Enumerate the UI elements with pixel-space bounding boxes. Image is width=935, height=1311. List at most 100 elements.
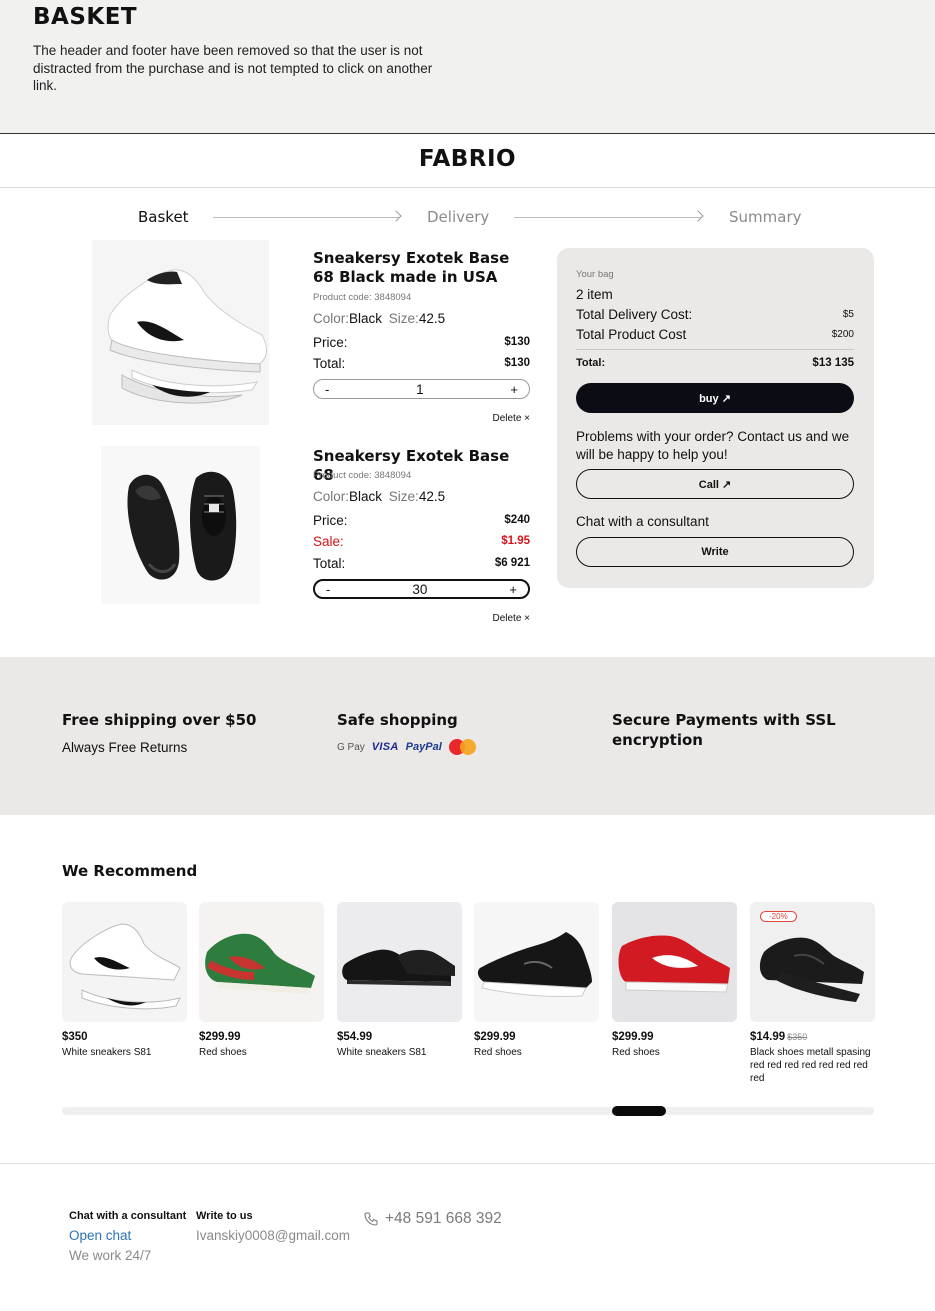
annotation-note: The header and footer have been removed … — [33, 43, 433, 93]
product-image-white-sneaker[interactable] — [92, 240, 269, 425]
size-value: 42.5 — [418, 489, 446, 504]
product-price: $54.99 — [337, 1031, 373, 1043]
sale-row: Sale: $1.95 — [313, 534, 530, 549]
step-connector — [213, 217, 399, 218]
step-basket[interactable]: Basket — [138, 208, 189, 226]
sneaker-illustration — [342, 949, 455, 986]
product-thumbnail[interactable] — [474, 902, 599, 1022]
arrow-right-icon — [390, 210, 402, 222]
price-value: $240 — [504, 514, 530, 526]
recommend-title: We Recommend — [62, 862, 198, 880]
total-row: Total: $130 — [313, 356, 530, 371]
delete-button[interactable]: Delete × — [492, 413, 530, 424]
product-card[interactable]: -20% $14.99 $350 Black shoes metall spasi… — [750, 902, 875, 1085]
sale-price: $14.99 — [750, 1031, 786, 1043]
sneaker-illustration — [127, 471, 237, 581]
product-thumbnail[interactable] — [62, 902, 187, 1022]
product-title[interactable]: Red shoes — [474, 1046, 599, 1059]
product-thumbnail[interactable] — [612, 902, 737, 1022]
increase-button[interactable]: + — [510, 382, 518, 397]
total-label: Total: — [313, 556, 346, 571]
color-label: Color: — [313, 489, 350, 504]
write-button[interactable]: Write — [576, 537, 854, 567]
chat-heading: Chat with a consultant — [69, 1210, 187, 1222]
call-button[interactable]: Call ↗ — [576, 469, 854, 499]
price-row: Price: $240 — [313, 513, 530, 528]
phone-contact[interactable]: +48 591 668 392 — [363, 1210, 502, 1228]
arrow-right-icon — [692, 210, 704, 222]
quantity-value[interactable]: 30 — [412, 582, 427, 597]
brand-logo[interactable]: FABRIO — [0, 146, 935, 172]
decrease-button[interactable]: - — [325, 382, 329, 397]
product-code: Product code: 3848094 — [313, 470, 412, 481]
quantity-stepper[interactable]: - 30 + — [313, 579, 530, 599]
annotation-title: BASKET — [33, 4, 138, 30]
sneaker-illustration — [107, 269, 268, 404]
google-pay-icon: G Pay — [337, 741, 365, 753]
product-card[interactable]: $54.99 White sneakers S81 — [337, 902, 462, 1059]
product-card[interactable]: $299.99 Red shoes — [474, 902, 599, 1059]
sneaker-illustration — [618, 935, 730, 993]
quantity-value[interactable]: 1 — [416, 382, 424, 397]
secure-payments-title: Secure Payments with SSL encryption — [612, 711, 836, 749]
sneaker-illustration — [205, 933, 315, 994]
phone-icon — [364, 1212, 378, 1226]
sneaker-illustration — [69, 923, 181, 1010]
divider — [576, 349, 854, 350]
quantity-stepper[interactable]: - 1 + — [313, 379, 530, 399]
product-attributes: Color:Black Size:42.5 — [313, 311, 445, 326]
product-title[interactable]: Red shoes — [199, 1046, 324, 1059]
logo-bar: FABRIO — [0, 135, 935, 188]
product-thumbnail[interactable] — [199, 902, 324, 1022]
product-cost-value: $200 — [831, 329, 854, 340]
product-title[interactable]: White sneakers S81 — [62, 1046, 187, 1059]
sale-value: $1.95 — [501, 535, 530, 547]
product-price: $299.99 — [612, 1031, 654, 1043]
annotation-panel: BASKET The header and footer have been r… — [0, 0, 935, 134]
product-card[interactable]: $299.99 Red shoes — [199, 902, 324, 1059]
product-price: $299.99 — [199, 1031, 241, 1043]
payment-methods: G Pay VISA PayPal — [337, 739, 476, 755]
open-chat-link[interactable]: Open chat — [69, 1228, 131, 1243]
delivery-cost-value: $5 — [842, 309, 854, 320]
step-connector — [514, 217, 701, 218]
help-text: Problems with your order? Contact us and… — [576, 429, 850, 462]
phone-number[interactable]: +48 591 668 392 — [385, 1210, 502, 1228]
free-shipping-title: Free shipping over $50 — [62, 711, 257, 729]
product-image-black-sneaker[interactable] — [101, 446, 260, 604]
delete-button[interactable]: Delete × — [492, 613, 530, 624]
color-value: Black — [349, 489, 383, 504]
product-cost-label: Total Product Cost — [576, 327, 687, 342]
sneaker-illustration — [477, 932, 592, 998]
product-attributes: Color:Black Size:42.5 — [313, 489, 445, 504]
email-link[interactable]: Ivanskiy0008@gmail.com — [196, 1228, 350, 1243]
product-title[interactable]: Black shoes metall spasing red red red r… — [750, 1046, 875, 1085]
order-summary-panel: Your bag 2 item Total Delivery Cost: $5 … — [557, 248, 874, 588]
step-summary[interactable]: Summary — [729, 208, 802, 226]
bag-label: Your bag — [576, 269, 614, 280]
total-value: $6 921 — [494, 557, 530, 569]
working-hours: We work 24/7 — [69, 1248, 152, 1263]
size-label: Size: — [388, 311, 419, 326]
product-card[interactable]: $350 White sneakers S81 — [62, 902, 187, 1059]
product-thumbnail[interactable] — [337, 902, 462, 1022]
product-name[interactable]: Sneakersy Exotek Base 68 Black made in U… — [313, 249, 528, 287]
product-thumbnail[interactable]: -20% — [750, 902, 875, 1022]
decrease-button[interactable]: - — [326, 582, 330, 597]
product-card[interactable]: $299.99 Red shoes — [612, 902, 737, 1059]
increase-button[interactable]: + — [509, 582, 517, 597]
chat-consultant-text: Chat with a consultant — [576, 514, 709, 529]
product-title[interactable]: White sneakers S81 — [337, 1046, 462, 1059]
mastercard-icon — [448, 739, 476, 755]
free-returns-text: Always Free Returns — [62, 740, 188, 755]
paypal-icon: PayPal — [405, 741, 442, 753]
write-heading: Write to us — [196, 1210, 253, 1222]
product-title[interactable]: Red shoes — [612, 1046, 737, 1059]
step-delivery[interactable]: Delivery — [427, 208, 489, 226]
product-price: $299.99 — [474, 1031, 516, 1043]
buy-button[interactable]: buy ↗ — [576, 383, 854, 413]
carousel-scrollbar-track[interactable] — [62, 1107, 874, 1115]
carousel-scrollbar-thumb[interactable] — [612, 1106, 666, 1116]
total-label: Total: — [313, 356, 346, 371]
product-price: $350 — [62, 1031, 88, 1043]
